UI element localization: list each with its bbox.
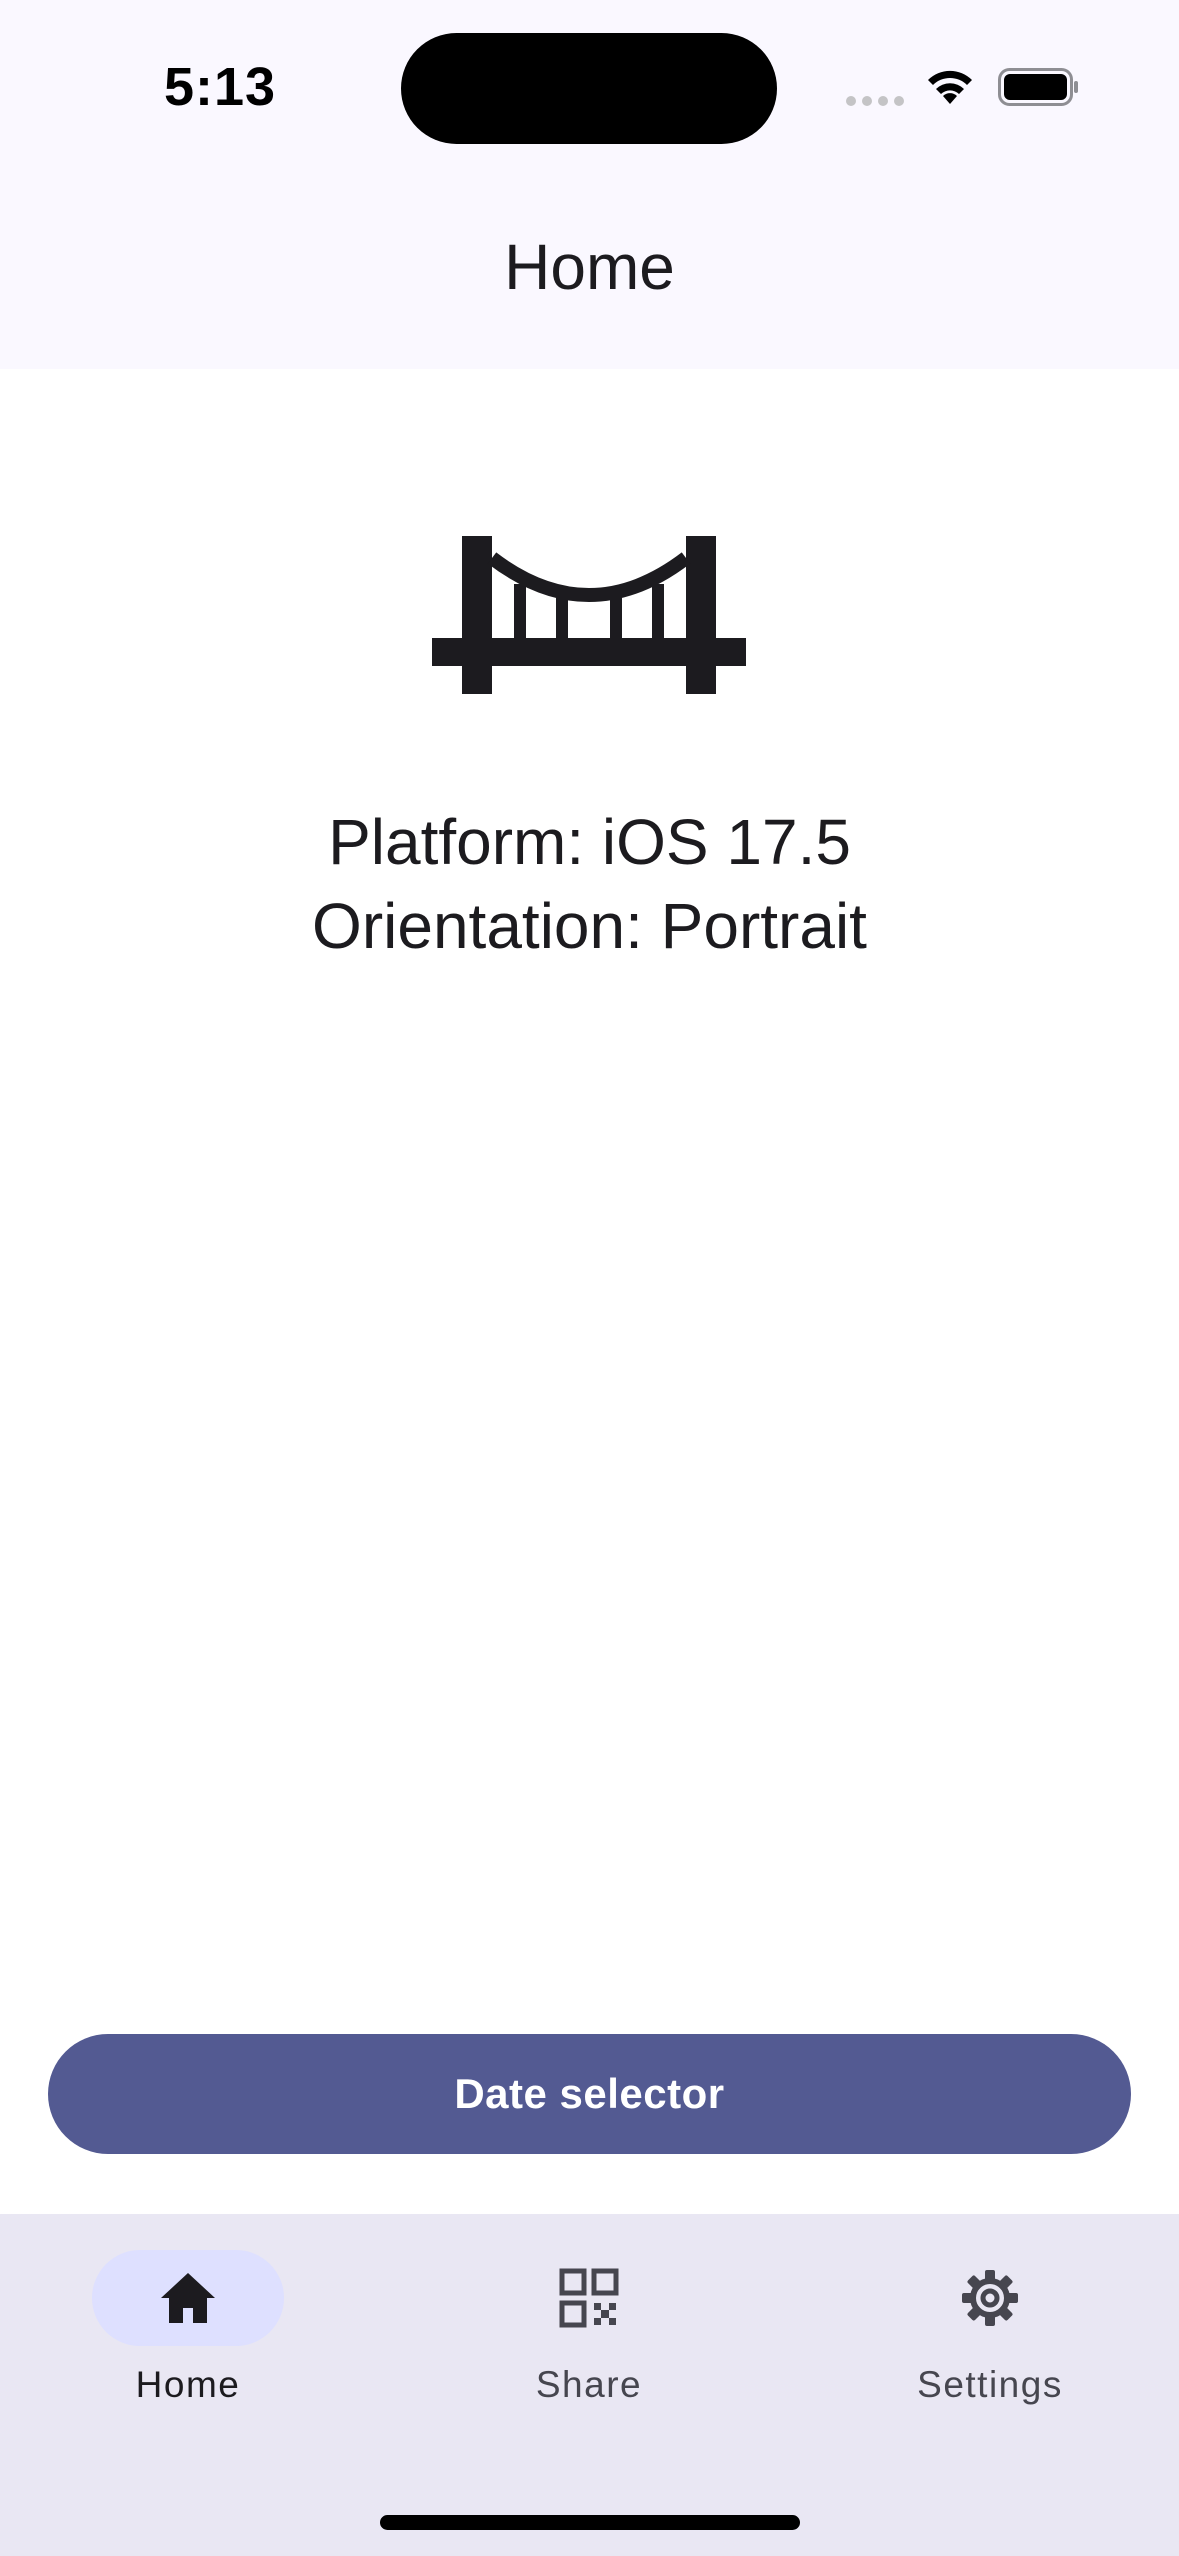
wifi-icon	[928, 70, 972, 104]
nav-item-settings[interactable]: Settings	[840, 2214, 1140, 2454]
device-info: Platform: iOS 17.5 Orientation: Portrait	[0, 800, 1179, 968]
dynamic-island	[401, 33, 777, 144]
orientation-text: Orientation: Portrait	[312, 890, 867, 962]
nav-label-home: Home	[135, 2364, 241, 2405]
home-indicator[interactable]	[380, 2515, 800, 2530]
date-selector-button[interactable]: Date selector	[48, 2034, 1131, 2154]
bottom-navigation-bar: Home Share Settings	[0, 2214, 1179, 2556]
nav-label-settings: Settings	[917, 2364, 1063, 2405]
nav-item-home[interactable]: Home	[38, 2214, 338, 2454]
bridge-icon	[432, 536, 746, 694]
page-title: Home	[504, 231, 675, 303]
gear-icon	[962, 2270, 1018, 2326]
status-time: 5:13	[164, 57, 277, 117]
cellular-signal-icon	[846, 96, 904, 106]
qr-code-icon	[559, 2268, 619, 2328]
nav-label-share: Share	[535, 2364, 643, 2405]
home-icon	[161, 2273, 215, 2323]
platform-text: Platform: iOS 17.5	[328, 806, 851, 878]
battery-icon	[998, 68, 1078, 106]
nav-item-share[interactable]: Share	[439, 2214, 739, 2454]
